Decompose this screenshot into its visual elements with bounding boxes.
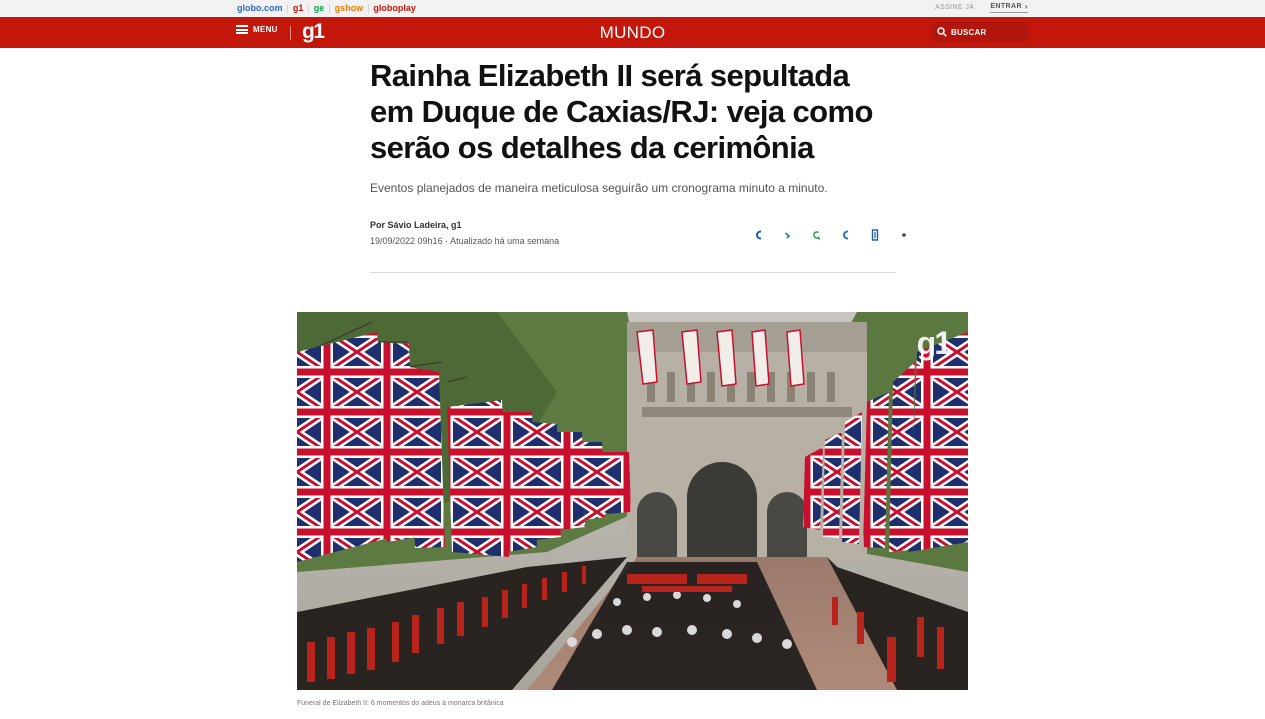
brand-separator: | — [367, 3, 370, 13]
photo-caption: Funeral de Elizabeth II: 6 momentos do a… — [297, 700, 504, 707]
globo-brands: globo.com | g1 | ge | gshow | globoplay — [237, 1, 416, 15]
article-author: Por Sávio Ladeira, g1 — [370, 220, 462, 230]
account-links: ASSINE JÁ ENTRAR › — [935, 2, 1028, 13]
whatsapp-icon[interactable] — [802, 228, 831, 242]
share-bar — [744, 228, 918, 242]
header-rule — [370, 272, 896, 273]
brand-g1-link[interactable]: g1 — [293, 3, 304, 13]
search-icon — [937, 27, 947, 37]
funeral-procession-image — [297, 312, 968, 690]
section-title-link[interactable]: MUNDO — [600, 23, 666, 42]
brand-separator: | — [286, 3, 289, 13]
more-icon[interactable] — [889, 228, 918, 242]
brand-ge-link[interactable]: ge — [314, 3, 325, 13]
facebook-icon[interactable] — [744, 228, 773, 242]
brand-gshow-link[interactable]: gshow — [335, 3, 364, 13]
search-label: BUSCAR — [951, 27, 987, 37]
brand-globocom-link[interactable]: globo.com — [237, 3, 283, 13]
assine-link[interactable]: ASSINE JÁ — [935, 4, 974, 11]
globo-top-bar: globo.com | g1 | ge | gshow | globoplay … — [0, 0, 1265, 17]
search-button[interactable]: BUSCAR — [932, 22, 1028, 42]
article-title: Rainha Elizabeth II será sepultada em Du… — [370, 58, 873, 165]
brand-separator: | — [307, 3, 310, 13]
site-header: MENU g1 MUNDO BUSCAR — [0, 17, 1265, 48]
entrar-link[interactable]: ENTRAR › — [990, 2, 1028, 13]
article-date: 19/09/2022 09h16 · Atualizado há uma sem… — [370, 236, 560, 246]
article-photo[interactable]: g1 — [297, 312, 968, 690]
brand-separator: | — [328, 3, 331, 13]
telegram-icon[interactable] — [831, 228, 860, 242]
twitter-icon[interactable] — [773, 228, 802, 242]
g1-watermark: g1 — [916, 325, 952, 361]
entrar-label: ENTRAR — [990, 3, 1022, 10]
linkedin-icon[interactable] — [860, 228, 889, 242]
article-subtitle: Eventos planejados de maneira meticulosa… — [370, 181, 828, 195]
chevron-right-icon: › — [1024, 2, 1028, 11]
section-title: MUNDO — [0, 23, 1265, 43]
brand-globoplay-link[interactable]: globoplay — [373, 3, 416, 13]
